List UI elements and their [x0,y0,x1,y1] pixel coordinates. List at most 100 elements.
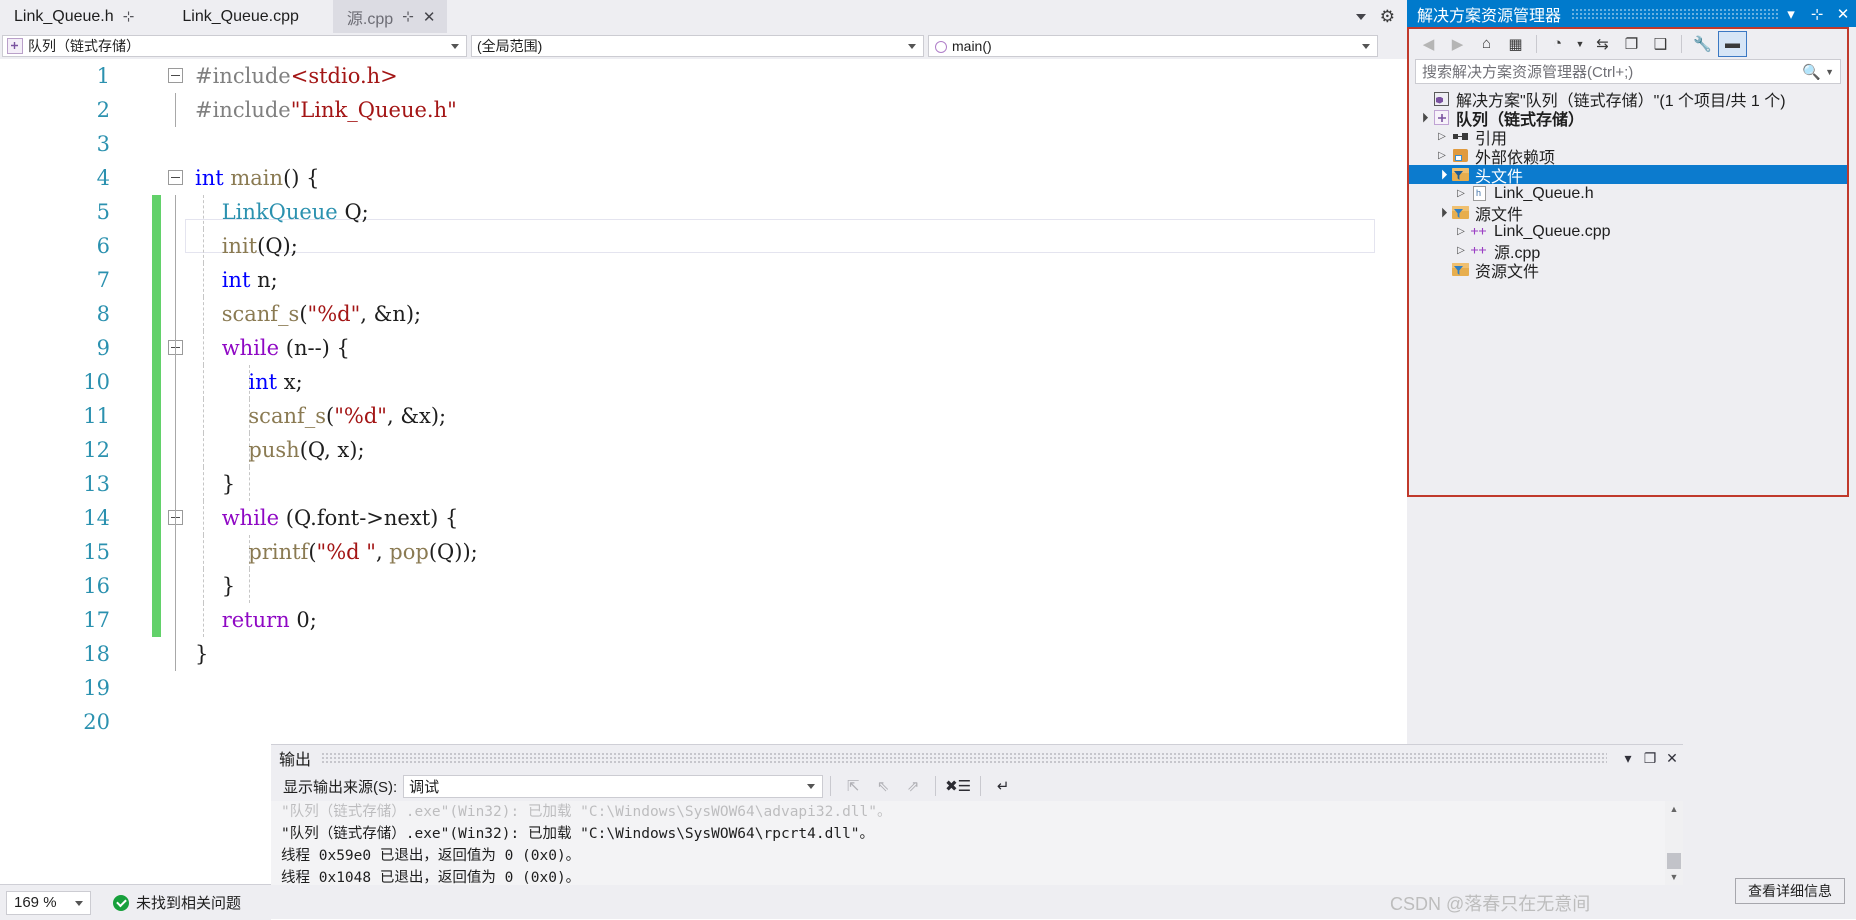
expander-open-icon[interactable]: ◢ [1413,108,1432,127]
chevron-down-icon[interactable]: ▼ [1825,67,1840,77]
code-line[interactable]: 12 push(Q, x); [0,433,1387,467]
changed-line-indicator [152,331,161,365]
code-line[interactable]: 2 #include"Link_Queue.h" [0,93,1387,127]
code-text: printf("%d ", pop(Q)); [248,540,478,564]
drag-dots[interactable] [321,752,1607,764]
expander-closed-icon[interactable]: ▷ [1434,150,1450,161]
forward-icon[interactable]: ▶ [1444,32,1471,56]
tree-item[interactable]: ◢ 头文件 [1409,165,1847,186]
gear-icon[interactable]: ⚙ [1380,7,1395,27]
code-line[interactable]: 16 } [0,569,1387,603]
show-all-files-icon[interactable]: ❑ [1647,32,1674,56]
output-scrollbar-thumb[interactable] [1667,853,1681,869]
toolbar-separator [980,776,982,796]
toggle-word-wrap-icon[interactable]: ↵ [988,774,1018,798]
chevron-down-icon[interactable] [1362,44,1370,49]
go-to-next-message-icon[interactable]: ⇗ [898,774,928,798]
output-text[interactable]: "队列（链式存储）.exe"(Win32): 已加载 "C:\Windows\S… [271,801,1683,885]
code-line[interactable]: 19 [0,671,1387,705]
fold-guide [175,603,176,637]
properties-icon[interactable]: 🔧 [1689,32,1716,56]
search-icon[interactable]: 🔍 [1802,63,1825,81]
panel-title: 解决方案资源管理器 [1417,7,1562,25]
code-line[interactable]: 4 int main() { [0,161,1387,195]
member-dropdown[interactable]: main() [928,35,1378,57]
find-message-in-code-icon[interactable]: ⇱ [838,774,868,798]
code-line[interactable]: 15 printf("%d ", pop(Q)); [0,535,1387,569]
tree-item[interactable]: ◢ 源文件 [1409,203,1847,224]
collapse-toggle-icon[interactable] [168,170,183,185]
chevron-down-icon[interactable]: ▼ [1573,32,1587,56]
close-icon[interactable]: ✕ [1830,5,1856,23]
pin-icon[interactable]: ⊹ [402,8,414,25]
code-line[interactable]: 18} [0,637,1387,671]
chevron-down-icon[interactable] [75,900,83,906]
close-icon[interactable]: ✕ [423,8,436,26]
solution-search-input[interactable]: 搜索解决方案资源管理器(Ctrl+;) 🔍 ▼ [1415,59,1841,84]
zoom-level-dropdown[interactable]: 169 % [6,890,91,915]
chevron-down-icon[interactable] [1355,13,1366,20]
code-line[interactable]: 14 while (Q.font->next) { [0,501,1387,535]
tab-label: Link_Queue.cpp [182,7,299,25]
scroll-down-icon[interactable]: ▼ [1665,869,1683,885]
view-details-button[interactable]: 查看详细信息 [1735,878,1845,904]
pending-changes-filter-icon[interactable]: ◔ [1544,32,1571,56]
collapse-toggle-icon[interactable] [168,68,183,83]
code-lines[interactable]: 1 #include<stdio.h> 2 #include"Link_Queue.h… [0,59,1387,749]
project-dropdown[interactable]: 队列（链式存储） [2,35,467,57]
expander-open-icon[interactable]: ◢ [1432,165,1451,184]
chevron-down-icon[interactable]: ▾ [1617,750,1639,767]
code-line[interactable]: 5 LinkQueue Q; [0,195,1387,229]
back-icon[interactable]: ◀ [1415,32,1442,56]
drag-dots[interactable] [1571,7,1778,20]
output-scrollbar[interactable]: ▲ ▼ [1665,801,1683,885]
chevron-down-icon[interactable]: ▾ [1778,5,1804,23]
close-icon[interactable]: ✕ [1661,750,1683,767]
member-dropdown-value: main() [952,38,992,54]
expander-closed-icon[interactable]: ▷ [1453,245,1469,256]
code-line[interactable]: 17 return 0; [0,603,1387,637]
line-number: 1 [96,64,110,88]
code-line[interactable]: 9 while (n--) { [0,331,1387,365]
tab-yuan-cpp[interactable]: 源.cpp ⊹ ✕ [332,0,448,33]
expander-closed-icon[interactable]: ▷ [1453,226,1469,237]
chevron-down-icon[interactable] [451,44,459,49]
expander-open-icon[interactable]: ◢ [1432,203,1451,222]
code-line[interactable]: 3 [0,127,1387,161]
line-number: 14 [83,506,110,530]
tab-link-queue-cpp[interactable]: Link_Queue.cpp [168,0,311,33]
output-source-dropdown[interactable]: 调试 [403,774,824,798]
issues-status[interactable]: 未找到相关问题 [113,892,241,913]
expander-closed-icon[interactable]: ▷ [1453,188,1469,199]
collapse-all-icon[interactable]: ❐ [1618,32,1645,56]
pin-icon[interactable]: ⊹ [1804,5,1830,23]
go-to-previous-message-icon[interactable]: ⇖ [868,774,898,798]
home-icon[interactable]: ⌂ [1473,32,1500,56]
expander-closed-icon[interactable]: ▷ [1434,131,1450,142]
chevron-down-icon[interactable] [908,44,916,49]
chevron-down-icon[interactable] [807,784,816,789]
code-editor[interactable]: 1 #include<stdio.h> 2 #include"Link_Queue.h… [0,59,1387,749]
refresh-icon[interactable]: ⇆ [1589,32,1616,56]
tree-item[interactable]: 资源文件 [1409,260,1847,281]
tree-item[interactable]: ▷Link_Queue.h [1409,184,1847,203]
code-line[interactable]: 7 int n; [0,263,1387,297]
clear-all-icon[interactable]: ✖☰ [943,774,973,798]
code-line[interactable]: 1 #include<stdio.h> [0,59,1387,93]
tab-link-queue-h[interactable]: Link_Queue.h ⊹ [0,0,147,33]
scroll-up-icon[interactable]: ▲ [1665,801,1683,817]
solution-tree[interactable]: 解决方案"队列（链式存储）"(1 个项目/共 1 个) ◢ 队列（链式存储） ▷ 引用 ▷… [1409,89,1847,281]
code-line[interactable]: 6 init(Q); [0,229,1387,263]
code-line[interactable]: 8 scanf_s("%d", &n); [0,297,1387,331]
maximize-icon[interactable]: ❐ [1639,750,1661,767]
sync-with-active-document-icon[interactable]: ▦ [1502,32,1529,56]
preview-selected-items-icon[interactable]: ▬ [1718,30,1747,57]
code-line[interactable]: 10 int x; [0,365,1387,399]
pin-icon[interactable]: ⊹ [123,8,135,25]
code-line[interactable]: 11 scanf_s("%d", &x); [0,399,1387,433]
code-line[interactable]: 20 [0,705,1387,739]
scope-dropdown[interactable]: (全局范围) [471,35,924,57]
code-line[interactable]: 13 } [0,467,1387,501]
code-text: int x; [248,370,303,394]
tree-item[interactable]: ▷ Link_Queue.cpp [1409,222,1847,241]
